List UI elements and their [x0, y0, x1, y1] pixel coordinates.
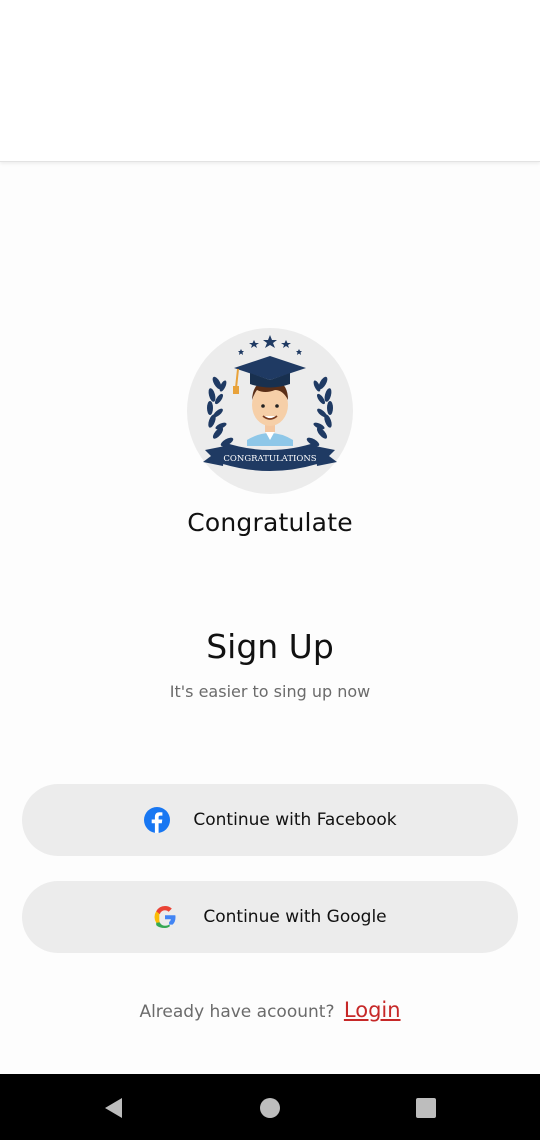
system-navigation-bar	[0, 1074, 540, 1140]
top-app-bar	[0, 0, 540, 162]
login-link[interactable]: Login	[344, 998, 401, 1022]
facebook-icon	[143, 806, 171, 834]
continue-with-facebook-button[interactable]: Continue with Facebook	[22, 784, 518, 856]
google-button-label: Continue with Google	[203, 907, 387, 927]
app-name: Congratulate	[187, 508, 353, 537]
recents-square-icon[interactable]	[414, 1096, 438, 1120]
page-subtitle: It's easier to sing up now	[169, 682, 371, 701]
graduate-badge-icon: CONGRATULATIONS	[187, 328, 353, 494]
back-triangle-icon[interactable]	[102, 1096, 126, 1120]
svg-text:CONGRATULATIONS: CONGRATULATIONS	[223, 454, 316, 464]
login-prompt-row: Already have acoount? Login	[0, 998, 540, 1022]
page-title: Sign Up	[206, 627, 334, 666]
home-circle-icon[interactable]	[258, 1096, 282, 1120]
google-icon	[153, 905, 177, 929]
login-prompt-text: Already have acoount?	[139, 1002, 335, 1022]
continue-with-google-button[interactable]: Continue with Google	[22, 881, 518, 953]
facebook-button-label: Continue with Facebook	[193, 810, 397, 830]
